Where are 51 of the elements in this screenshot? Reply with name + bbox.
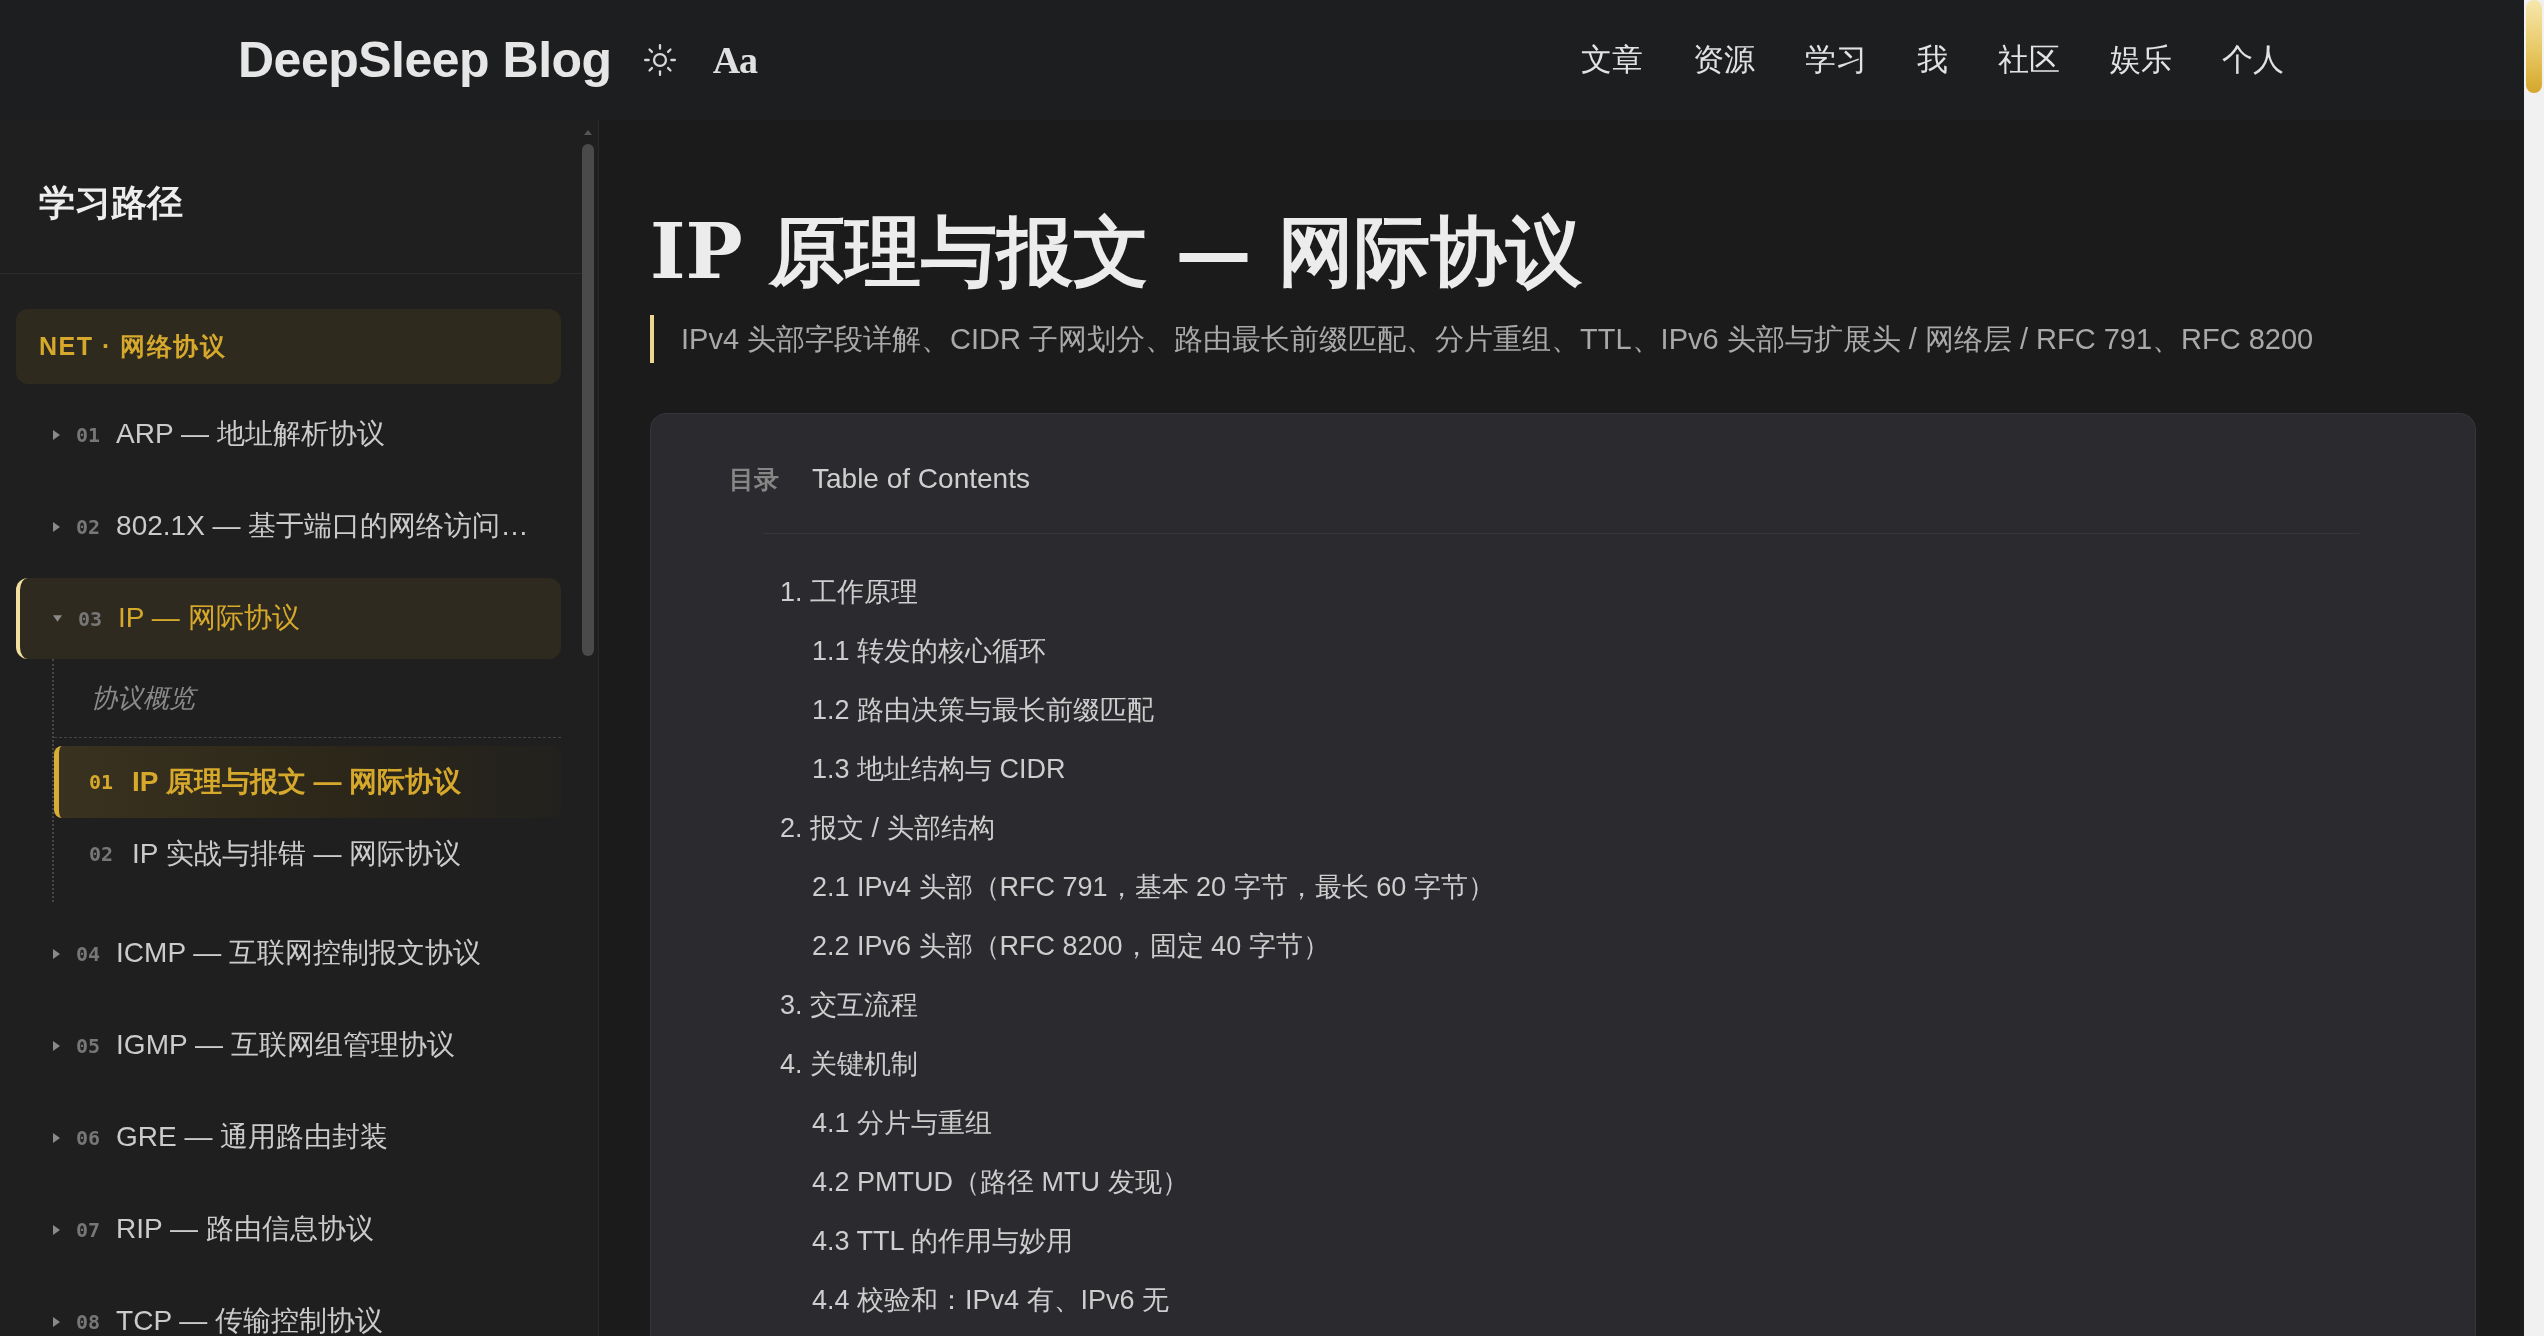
caret-right-icon xyxy=(53,948,60,959)
sidebar-title: 学习路径 xyxy=(39,182,183,223)
caret-right-icon xyxy=(53,1040,60,1051)
caret-right-icon xyxy=(53,1132,60,1143)
toc-link[interactable]: 1.3 地址结构与 CIDR xyxy=(812,750,1066,787)
toc-link[interactable]: 2.1 IPv4 头部（RFC 791，基本 20 字节，最长 60 字节） xyxy=(812,868,1495,905)
sidebar-item[interactable]: 02 802.1X — 基于端口的网络访问… xyxy=(16,486,561,567)
scrollbar-thumb[interactable] xyxy=(2526,0,2542,93)
nav-link[interactable]: 社区 xyxy=(1998,41,2060,79)
blog-logo[interactable]: DeepSleep Blog xyxy=(238,31,612,89)
sidebar-item[interactable]: 04 ICMP — 互联网控制报文协议 xyxy=(16,913,561,994)
theme-toggle-button[interactable] xyxy=(642,43,677,77)
nav-link[interactable]: 资源 xyxy=(1693,41,1755,79)
caret-right-icon xyxy=(53,1224,60,1235)
sidebar-subitem[interactable]: 01 IP 原理与报文 — 网际协议 xyxy=(54,746,561,818)
sidebar-item[interactable]: 01 ARP — 地址解析协议 xyxy=(16,394,561,475)
sidebar-item[interactable]: 03 IP — 网际协议 xyxy=(16,578,561,659)
toc-link[interactable]: 3. 交互流程 xyxy=(780,986,919,1023)
sidebar-item[interactable]: 08 TCP — 传输控制协议 xyxy=(16,1281,561,1336)
caret-right-icon xyxy=(53,1316,60,1327)
nav-link[interactable]: 个人 xyxy=(2222,41,2284,79)
category-header[interactable]: NET · 网络协议 xyxy=(16,309,561,384)
nav-link[interactable]: 学习 xyxy=(1805,41,1867,79)
caret-right-icon xyxy=(53,429,60,440)
toc-link[interactable]: 4.4 校验和：IPv4 有、IPv6 无 xyxy=(812,1281,1170,1318)
toc-link[interactable]: 4.2 PMTUD（路径 MTU 发现） xyxy=(812,1163,1189,1200)
nav-link[interactable]: 我 xyxy=(1917,41,1948,79)
sidebar-item[interactable]: 05 IGMP — 互联网组管理协议 xyxy=(16,1005,561,1086)
toc-link[interactable]: 1.1 转发的核心循环 xyxy=(812,632,1047,669)
sidebar-item[interactable]: 07 RIP — 路由信息协议 xyxy=(16,1189,561,1270)
sidebar-item[interactable]: 06 GRE — 通用路由封装 xyxy=(16,1097,561,1178)
article-subtitle: IPv4 头部字段详解、CIDR 子网划分、路由最长前缀匹配、分片重组、TTL、IPv6 头部与扩展头 / 网络层 / RFC 791、RFC 8200 xyxy=(650,315,2476,363)
scroll-up-arrow-icon[interactable] xyxy=(584,130,592,135)
toc-link[interactable]: 2.2 IPv6 头部（RFC 8200，固定 40 字节） xyxy=(812,927,1330,964)
toc-link[interactable]: 2. 报文 / 头部结构 xyxy=(780,809,995,846)
toc-label: 目录 xyxy=(729,463,779,495)
toc-link[interactable]: 4. 关键机制 xyxy=(780,1045,919,1082)
article-title: IP 原理与报文 — 网际协议 xyxy=(650,206,1583,298)
toc-link[interactable]: 4.1 分片与重组 xyxy=(812,1104,993,1141)
sidebar-subitem[interactable]: 02 IP 实战与排错 — 网际协议 xyxy=(54,818,561,890)
toc-title: Table of Contents xyxy=(812,463,1030,495)
caret-right-icon xyxy=(53,521,60,532)
nav-link[interactable]: 文章 xyxy=(1581,41,1643,79)
font-size-button[interactable]: Aa xyxy=(712,41,758,79)
toc-link[interactable]: 1. 工作原理 xyxy=(780,573,919,610)
toc-link[interactable]: 4.3 TTL 的作用与妙用 xyxy=(812,1222,1074,1259)
sun-icon xyxy=(642,43,677,77)
toc-link[interactable]: 1.2 路由决策与最长前缀匹配 xyxy=(812,691,1155,728)
caret-down-icon xyxy=(53,615,62,622)
scrollbar-thumb[interactable] xyxy=(582,144,594,656)
nav-link[interactable]: 娱乐 xyxy=(2110,41,2172,79)
